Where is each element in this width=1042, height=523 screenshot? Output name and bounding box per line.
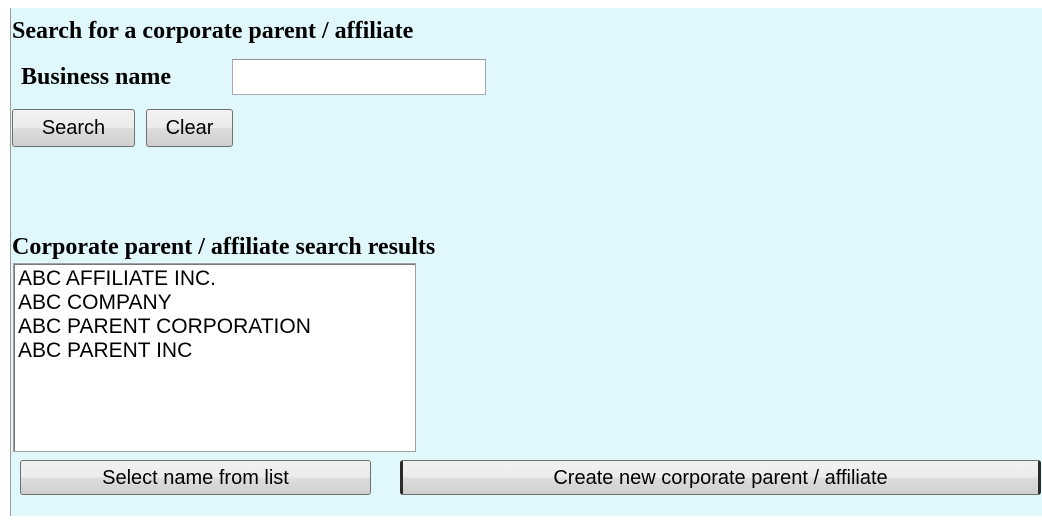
select-name-button[interactable]: Select name from list (20, 460, 371, 495)
clear-button[interactable]: Clear (146, 109, 233, 147)
search-results-listbox[interactable]: ABC AFFILIATE INC. ABC COMPANY ABC PAREN… (13, 263, 416, 452)
business-name-input[interactable] (232, 59, 486, 95)
search-button[interactable]: Search (12, 109, 135, 147)
search-heading: Search for a corporate parent / affiliat… (12, 18, 414, 44)
list-item[interactable]: ABC COMPANY (18, 291, 411, 315)
list-item[interactable]: ABC AFFILIATE INC. (18, 267, 411, 291)
list-item[interactable]: ABC PARENT CORPORATION (18, 315, 411, 339)
list-item[interactable]: ABC PARENT INC (18, 339, 411, 363)
results-heading: Corporate parent / affiliate search resu… (12, 234, 436, 260)
create-new-affiliate-button[interactable]: Create new corporate parent / affiliate (400, 460, 1041, 495)
business-name-label: Business name (21, 64, 172, 90)
search-panel: Search for a corporate parent / affiliat… (10, 8, 1042, 516)
